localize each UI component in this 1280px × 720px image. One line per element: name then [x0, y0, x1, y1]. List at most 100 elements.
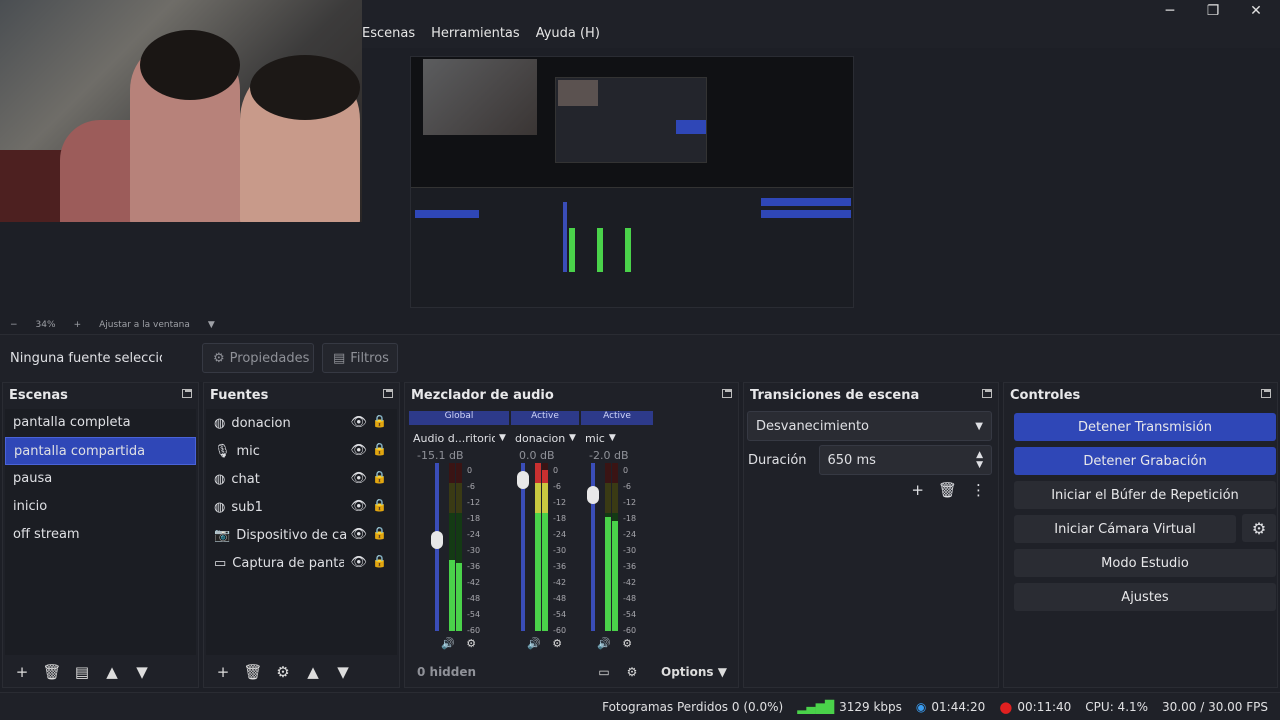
db-tick: 0 [623, 466, 629, 475]
control-button[interactable]: Detener Transmisión [1014, 413, 1276, 441]
scene-filters-icon[interactable]: ▤ [69, 663, 95, 681]
menu-ayuda[interactable]: Ayuda (H) [536, 26, 600, 41]
filters-button[interactable]: ▤ Filtros [322, 343, 398, 373]
control-button[interactable]: Detener Grabación [1014, 447, 1276, 475]
lock-icon[interactable]: 🔒 [372, 442, 387, 456]
level-meter [456, 463, 462, 631]
menu-escenas[interactable]: Escenas [362, 26, 415, 41]
source-item[interactable]: 📷 Dispositivo de captura de video👁 🔒 [206, 521, 397, 549]
menu-bar: Escenas Herramientas Ayuda (H) [362, 26, 600, 41]
control-button[interactable]: Ajustes [1014, 583, 1276, 611]
eye-icon[interactable]: 👁 [350, 499, 367, 514]
scene-list: pantalla completa pantalla compartida paus… [5, 409, 196, 655]
undock-icon[interactable] [182, 389, 192, 398]
volume-slider[interactable] [517, 463, 529, 631]
chevron-down-icon: ▼ [499, 433, 506, 443]
lock-icon[interactable]: 🔒 [372, 470, 387, 484]
db-tick: -6 [623, 482, 631, 491]
control-button[interactable]: Iniciar el Búfer de Repetición [1014, 481, 1276, 509]
zoom-out-button[interactable]: − [10, 320, 18, 330]
undock-icon[interactable] [982, 389, 992, 398]
scenes-title: Escenas [9, 387, 68, 403]
db-tick: 0 [553, 466, 559, 475]
transition-select[interactable]: Desvanecimiento ▼ [747, 411, 992, 441]
speaker-icon[interactable]: 🔊 [597, 637, 611, 650]
speaker-icon[interactable]: 🔊 [441, 637, 455, 650]
trash-icon[interactable]: 🗑 [39, 663, 65, 681]
channel-icons: 🔊 ⚙ [597, 637, 632, 650]
trash-icon[interactable]: 🗑 [938, 481, 957, 499]
duration-spinbox[interactable]: 650 ms ▲ ▼ [818, 445, 992, 475]
lock-icon[interactable]: 🔒 [372, 554, 387, 568]
volume-knob[interactable] [587, 485, 599, 504]
program-preview[interactable] [410, 56, 854, 308]
source-item[interactable]: ◍ chat 👁 🔒 [206, 465, 397, 493]
more-menu-icon[interactable]: ⋮ [971, 481, 986, 499]
db-tick: -48 [623, 594, 637, 603]
minimize-button[interactable]: ─ [1158, 2, 1182, 20]
settings-icon[interactable]: ⚙ [622, 637, 632, 650]
scene-item[interactable]: off stream [5, 521, 196, 549]
properties-button[interactable]: ⚙ Propiedades [202, 343, 314, 373]
zoom-level: 34% [35, 320, 56, 330]
fit-to-window[interactable]: Ajustar a la ventana [99, 320, 190, 330]
source-item[interactable]: ▭ Captura de pantalla 👁 🔒 [206, 549, 397, 577]
menu-herramientas[interactable]: Herramientas [431, 26, 520, 41]
undock-icon[interactable] [383, 389, 393, 398]
options-button[interactable]: Options ▼ [661, 665, 727, 679]
source-item[interactable]: ◍ donacion 👁 🔒 [206, 409, 397, 437]
lock-icon[interactable]: 🔒 [372, 414, 387, 428]
control-button[interactable]: Modo Estudio [1014, 549, 1276, 577]
eye-icon[interactable]: 👁 [350, 415, 367, 430]
channel-name[interactable]: mic ▼ [581, 429, 653, 447]
source-item[interactable]: 🎙 mic 👁 🔒 [206, 437, 397, 465]
undock-icon[interactable] [722, 389, 732, 398]
volume-slider[interactable] [431, 463, 443, 631]
chevron-down-icon[interactable]: ▼ [208, 320, 215, 330]
close-button[interactable]: ✕ [1244, 2, 1268, 20]
trash-icon[interactable]: 🗑 [240, 663, 266, 681]
scene-item[interactable]: pausa [5, 465, 196, 493]
channel-db: -15.1 dB [417, 449, 464, 462]
speaker-icon[interactable]: 🔊 [527, 637, 541, 650]
db-tick: -54 [623, 610, 637, 619]
eye-icon[interactable]: 👁 [350, 443, 367, 458]
move-down-button[interactable]: ▼ [129, 663, 155, 681]
spin-arrows-icon[interactable]: ▲ ▼ [976, 450, 983, 470]
undock-icon[interactable] [1261, 389, 1271, 398]
filter-icon: ▤ [333, 350, 346, 366]
channel-name[interactable]: Audio d...ritorio ▼ [409, 429, 509, 447]
eye-icon[interactable]: 👁 [350, 471, 367, 486]
move-up-button[interactable]: ▲ [300, 663, 326, 681]
advanced-audio-icon[interactable]: ⚙ [619, 665, 645, 679]
maximize-button[interactable]: ❐ [1201, 2, 1225, 20]
add-source-button[interactable]: + [210, 663, 236, 681]
eye-icon[interactable]: 👁 [350, 527, 367, 542]
transitions-title: Transiciones de escena [750, 387, 920, 403]
volume-knob[interactable] [431, 530, 443, 549]
scene-item[interactable]: inicio [5, 493, 196, 521]
move-down-button[interactable]: ▼ [330, 663, 356, 681]
layout-toggle-icon[interactable]: ▭ [591, 665, 617, 679]
add-transition-button[interactable]: + [911, 481, 924, 499]
add-scene-button[interactable]: + [9, 663, 35, 681]
settings-icon[interactable]: ⚙ [552, 637, 562, 650]
move-up-button[interactable]: ▲ [99, 663, 125, 681]
gear-icon[interactable]: ⚙ [270, 663, 296, 681]
volume-slider[interactable] [587, 463, 599, 631]
volume-knob[interactable] [517, 470, 529, 489]
scene-item[interactable]: pantalla compartida [5, 437, 196, 465]
gear-icon[interactable]: ⚙ [1242, 514, 1276, 542]
db-scale: 0 -6 -12 -18 -24 -30 -36 -42 -48 -54 -60 [553, 463, 566, 639]
zoom-in-button[interactable]: + [74, 320, 82, 330]
lock-icon[interactable]: 🔒 [372, 526, 387, 540]
eye-icon[interactable]: 👁 [350, 555, 367, 570]
properties-label: Propiedades [229, 350, 310, 366]
channel-name[interactable]: donacion ▼ [511, 429, 579, 447]
scene-item[interactable]: pantalla completa [5, 409, 196, 437]
mixer-channel: Global Audio d...ritorio ▼ -15.1 dB 0 -6 -12 -1… [409, 411, 509, 650]
settings-icon[interactable]: ⚙ [466, 637, 476, 650]
source-item[interactable]: ◍ sub1 👁 🔒 [206, 493, 397, 521]
control-button[interactable]: Iniciar Cámara Virtual [1014, 515, 1236, 543]
lock-icon[interactable]: 🔒 [372, 498, 387, 512]
